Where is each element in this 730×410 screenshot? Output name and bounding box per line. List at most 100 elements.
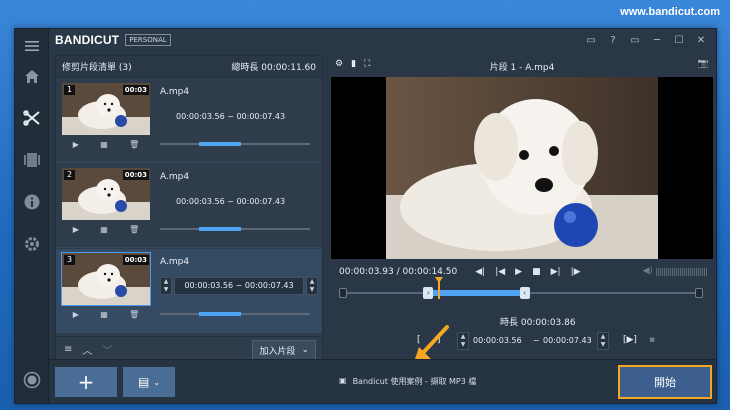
folder-icon[interactable]: ▭ <box>580 35 602 46</box>
clip-progress-bar <box>160 312 310 316</box>
close-icon[interactable]: ✕ <box>690 35 712 46</box>
clip-progress-bar <box>160 227 310 231</box>
app-logo: BANDICUT <box>55 33 120 47</box>
timecode: 00:00:03.93 / 00:00:14.50 <box>339 267 458 277</box>
add-clip-button[interactable]: 加入片段 ⌄ <box>252 340 316 360</box>
timeline-selection <box>428 290 525 296</box>
grid-icon[interactable]: ▦ <box>100 225 108 234</box>
play-icon[interactable]: ▶ <box>73 225 79 234</box>
start-time-stepper[interactable]: ▲ ▼ <box>457 332 469 350</box>
clip-thumbnail[interactable]: 2 00:03 <box>62 168 150 220</box>
home-icon[interactable] <box>15 59 49 93</box>
film-icon[interactable] <box>15 143 49 177</box>
clip-number: 1 <box>64 85 76 95</box>
play-icon[interactable]: ▶ <box>73 140 79 149</box>
timeline-end-cap <box>695 288 703 298</box>
end-mark-icon[interactable]: ▪ <box>649 335 655 345</box>
minimize-mini-icon[interactable]: ▭ <box>624 35 646 46</box>
clip-list-panel: 修剪片段清單 (3) 總時長 00:00:11.60 1 00:03 ▶ ▦ 🗑… <box>55 55 323 363</box>
chevron-down-icon: ⌄ <box>301 345 309 355</box>
play-icon[interactable]: ▶ <box>73 310 79 319</box>
grid-icon[interactable]: ▦ <box>100 310 108 319</box>
split-icon[interactable]: ⛶ <box>364 59 370 69</box>
grid-icon[interactable]: ▦ <box>100 140 108 149</box>
move-up-icon[interactable]: ︿ <box>82 342 92 357</box>
clip-item[interactable]: 2 00:03 ▶ ▦ 🗑 A.mp4 00:00:03.56 ~ 00:00:… <box>56 164 322 248</box>
clip-number: 3 <box>64 255 76 265</box>
start-button[interactable]: 開始 <box>618 365 712 399</box>
clip-progress-fill <box>199 312 241 316</box>
move-down-icon[interactable]: ﹀ <box>102 342 112 357</box>
start-handle[interactable]: › <box>423 287 434 299</box>
play-icon[interactable]: ▶ <box>515 267 522 277</box>
set-end-icon[interactable]: [▶] <box>623 335 637 345</box>
stop-icon[interactable]: ■ <box>532 267 541 277</box>
usage-tip-text: Bandicut 使用案例 - 擷取 MP3 檔 <box>352 377 477 386</box>
clip-item[interactable]: 1 00:03 ▶ ▦ 🗑 A.mp4 00:00:03.56 ~ 00:00:… <box>56 79 322 163</box>
step-forward-icon[interactable]: ▶| <box>551 267 561 277</box>
next-frame-icon[interactable]: |▶ <box>571 267 581 277</box>
crop-icon[interactable]: ▮ <box>351 59 356 69</box>
clip-filename: A.mp4 <box>160 257 190 267</box>
chevron-down-icon: ⌄ <box>153 377 161 387</box>
clip-thumbnail[interactable]: 1 00:03 <box>62 83 150 135</box>
video-preview[interactable] <box>331 77 713 259</box>
trash-icon[interactable]: 🗑 <box>129 225 139 234</box>
clip-filename: A.mp4 <box>160 87 190 97</box>
help-icon[interactable]: ? <box>602 35 624 46</box>
start-button-label: 開始 <box>654 376 676 389</box>
trim-timeline[interactable]: › ‹ <box>339 277 703 299</box>
step-back-icon[interactable]: |◀ <box>495 267 505 277</box>
clip-filename: A.mp4 <box>160 172 190 182</box>
maximize-icon[interactable]: ☐ <box>668 35 690 46</box>
clip-progress-fill <box>199 142 241 146</box>
clip-thumb-time: 00:03 <box>122 170 149 180</box>
add-clip-label: 加入片段 <box>259 346 296 357</box>
clip-range-text: 00:00:03.56 ~ 00:00:07.43 <box>176 112 286 121</box>
plus-icon: + <box>77 370 95 394</box>
clip-thumb-time: 00:03 <box>122 85 149 95</box>
clip-item-selected[interactable]: 3 00:03 ▶ ▦ 🗑 A.mp4 ▲ ▼ 00:00:03.56 ~ 00:… <box>56 249 322 333</box>
timeline-start-cap <box>339 288 347 298</box>
clip-thumbnail[interactable]: 3 00:03 <box>61 252 151 306</box>
cut-icon[interactable] <box>15 101 49 135</box>
volume-icon[interactable]: ◀) <box>643 266 653 276</box>
edition-badge: PERSONAL <box>125 34 171 46</box>
transport-bar: 00:00:03.93 / 00:00:14.50 ◀| |◀ ▶ ■ ▶| |… <box>331 261 713 283</box>
usage-tip[interactable]: ▣ Bandicut 使用案例 - 擷取 MP3 檔 <box>339 376 476 387</box>
settings-gear-icon[interactable] <box>15 227 49 261</box>
camera-icon[interactable]: 📷 <box>698 59 709 69</box>
range-separator: ~ <box>533 336 540 345</box>
trash-icon[interactable]: 🗑 <box>129 140 139 149</box>
add-file-button[interactable]: + <box>55 367 117 397</box>
volume-slider[interactable] <box>656 268 707 276</box>
list-sort-icon[interactable]: ≡ <box>64 344 72 355</box>
end-time-stepper[interactable]: ▲ ▼ <box>597 332 609 350</box>
end-handle[interactable]: ‹ <box>519 287 530 299</box>
start-time-stepper[interactable]: ▲ ▼ <box>160 277 172 295</box>
clip-progress-bar <box>160 142 310 146</box>
minimize-icon[interactable]: ─ <box>646 35 668 46</box>
clip-number: 2 <box>64 170 76 180</box>
gear-icon[interactable]: ⚙ <box>335 59 343 69</box>
trash-icon[interactable]: 🗑 <box>129 310 139 319</box>
record-icon[interactable] <box>15 363 49 397</box>
preview-header: ⚙ ▮ ⛶ 片段 1 - A.mp4 📷 <box>331 55 713 77</box>
clip-progress-fill <box>199 227 241 231</box>
prev-frame-icon[interactable]: ◀| <box>475 267 485 277</box>
mode-select-button[interactable]: ▤ ⌄ <box>123 367 175 397</box>
end-time-stepper[interactable]: ▲ ▼ <box>306 277 318 295</box>
clip-range-input[interactable]: 00:00:03.56 ~ 00:00:07.43 <box>174 277 304 295</box>
info-icon[interactable] <box>15 185 49 219</box>
range-end-value[interactable]: 00:00:07.43 <box>543 336 592 345</box>
menu-icon[interactable] <box>15 29 49 63</box>
site-watermark: www.bandicut.com <box>620 6 720 18</box>
playhead[interactable] <box>435 277 444 299</box>
selection-duration: 時長 00:00:03.86 <box>500 318 576 328</box>
clip-list-header: 修剪片段清單 (3) 總時長 00:00:11.60 <box>56 56 322 78</box>
app-window: BANDICUT PERSONAL ▭ ? ▭ ─ ☐ ✕ 修剪片段清單 (3)… <box>14 28 717 404</box>
clip-list-title: 修剪片段清單 (3) <box>62 63 132 73</box>
clip-range-text: 00:00:03.56 ~ 00:00:07.43 <box>176 197 286 206</box>
title-bar: BANDICUT PERSONAL ▭ ? ▭ ─ ☐ ✕ <box>49 29 716 51</box>
range-start-value[interactable]: 00:00:03.56 <box>473 336 522 345</box>
